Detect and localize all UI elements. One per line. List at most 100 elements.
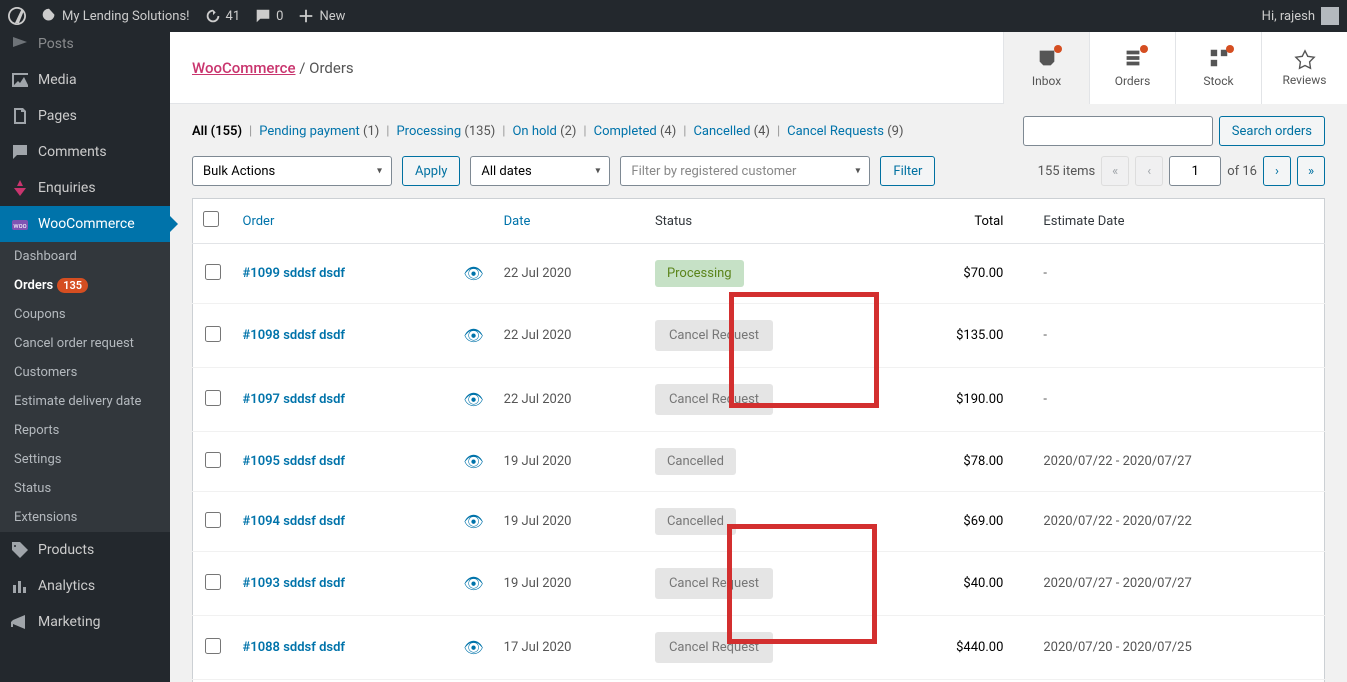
menu-marketing[interactable]: Marketing	[0, 604, 170, 640]
table-row[interactable]: #1094 sddsf dsdf 👁 19 Jul 2020 Cancelled…	[193, 492, 1325, 552]
new-link[interactable]: New	[297, 7, 345, 25]
col-status: Status	[645, 199, 883, 244]
table-row[interactable]: #1097 sddsf dsdf 👁 22 Jul 2020 Cancel Re…	[193, 368, 1325, 432]
order-link[interactable]: #1094 sddsf dsdf	[243, 514, 346, 529]
menu-analytics[interactable]: Analytics	[0, 568, 170, 604]
updates-link[interactable]: 41	[204, 7, 241, 25]
submenu-cancel-order-request[interactable]: Cancel order request	[0, 329, 170, 358]
eye-icon[interactable]: 👁	[463, 512, 483, 531]
submenu-orders[interactable]: Orders 135	[0, 271, 170, 300]
menu-posts[interactable]: Posts	[0, 26, 170, 62]
row-checkbox[interactable]	[205, 452, 221, 468]
menu-comments[interactable]: Comments	[0, 134, 170, 170]
order-estimate: 2020/07/20 - 2020/07/25	[1033, 616, 1324, 680]
eye-icon[interactable]: 👁	[463, 452, 483, 471]
col-order[interactable]: Order	[233, 199, 444, 244]
filter-completed[interactable]: Completed (4)	[594, 124, 677, 139]
order-date: 19 Jul 2020	[494, 492, 645, 552]
filter-cancelled[interactable]: Cancelled (4)	[693, 124, 770, 139]
orders-badge: 135	[57, 278, 88, 293]
menu-products[interactable]: Products	[0, 532, 170, 568]
filter-onhold[interactable]: On hold (2)	[512, 124, 576, 139]
order-estimate: 2020/07/22 - 2020/07/27	[1033, 432, 1324, 492]
page-prev[interactable]: ‹	[1135, 156, 1163, 186]
breadcrumb-root[interactable]: WooCommerce	[192, 59, 296, 77]
select-all-checkbox[interactable]	[203, 211, 219, 227]
submenu-coupons[interactable]: Coupons	[0, 300, 170, 329]
eye-icon[interactable]: 👁	[463, 326, 483, 345]
submenu-customers[interactable]: Customers	[0, 358, 170, 387]
submenu-settings[interactable]: Settings	[0, 445, 170, 474]
table-row[interactable]: #1093 sddsf dsdf 👁 19 Jul 2020 Cancel Re…	[193, 552, 1325, 616]
order-link[interactable]: #1098 sddsf dsdf	[243, 328, 346, 343]
col-date[interactable]: Date	[494, 199, 645, 244]
eye-icon[interactable]: 👁	[463, 264, 483, 283]
bulk-actions-select[interactable]: Bulk Actions	[192, 156, 392, 186]
status-pill: Cancel Request	[655, 384, 773, 415]
eye-icon[interactable]: 👁	[463, 390, 483, 409]
menu-posts-label: Posts	[38, 36, 74, 52]
comments-link[interactable]: 0	[254, 7, 283, 25]
order-total: $78.00	[883, 432, 1033, 492]
filter-all[interactable]: All (155)	[192, 124, 242, 139]
tab-orders[interactable]: Orders	[1089, 32, 1175, 104]
col-total[interactable]: Total	[883, 199, 1033, 244]
menu-enquiries-label: Enquiries	[38, 180, 96, 196]
status-pill: Cancel Request	[655, 632, 773, 663]
table-row[interactable]: #1099 sddsf dsdf 👁 22 Jul 2020 Processin…	[193, 244, 1325, 304]
eye-icon[interactable]: 👁	[463, 574, 483, 593]
breadcrumb-current: Orders	[309, 59, 354, 77]
submenu-estimate-delivery[interactable]: Estimate delivery date	[0, 387, 170, 416]
menu-pages[interactable]: Pages	[0, 98, 170, 134]
submenu-dashboard[interactable]: Dashboard	[0, 242, 170, 271]
apply-button[interactable]: Apply	[402, 156, 460, 186]
order-estimate: -	[1033, 244, 1324, 304]
page-input[interactable]	[1169, 156, 1221, 186]
order-link[interactable]: #1097 sddsf dsdf	[243, 392, 346, 407]
dates-select[interactable]: All dates	[470, 156, 610, 186]
page-next[interactable]: ›	[1263, 156, 1291, 186]
tab-reviews[interactable]: Reviews	[1261, 32, 1347, 104]
order-link[interactable]: #1093 sddsf dsdf	[243, 576, 346, 591]
order-link[interactable]: #1099 sddsf dsdf	[243, 266, 346, 281]
submenu-status[interactable]: Status	[0, 474, 170, 503]
search-orders-button[interactable]: Search orders	[1219, 116, 1325, 146]
row-checkbox[interactable]	[205, 326, 221, 342]
filter-cancel-requests[interactable]: Cancel Requests (9)	[787, 124, 903, 139]
table-row[interactable]: #1095 sddsf dsdf 👁 19 Jul 2020 Cancelled…	[193, 432, 1325, 492]
menu-media[interactable]: Media	[0, 62, 170, 98]
menu-enquiries[interactable]: Enquiries	[0, 170, 170, 206]
page-first[interactable]: «	[1101, 156, 1129, 186]
page-of: of 16	[1227, 164, 1257, 179]
table-row[interactable]: #1098 sddsf dsdf 👁 22 Jul 2020 Cancel Re…	[193, 304, 1325, 368]
row-checkbox[interactable]	[205, 264, 221, 280]
wp-logo[interactable]	[8, 7, 26, 25]
row-checkbox[interactable]	[205, 512, 221, 528]
tab-stock-label: Stock	[1203, 74, 1233, 88]
order-total: $70.00	[883, 244, 1033, 304]
search-input[interactable]	[1023, 116, 1213, 146]
submenu-extensions[interactable]: Extensions	[0, 503, 170, 532]
submenu-reports[interactable]: Reports	[0, 416, 170, 445]
tab-stock[interactable]: Stock	[1175, 32, 1261, 104]
menu-woocommerce[interactable]: woo WooCommerce	[0, 206, 170, 242]
row-checkbox[interactable]	[205, 638, 221, 654]
order-link[interactable]: #1088 sddsf dsdf	[243, 640, 346, 655]
customer-filter-select[interactable]: Filter by registered customer	[620, 156, 870, 186]
filter-pending[interactable]: Pending payment (1)	[259, 124, 379, 139]
activity-panel-header: WooCommerce / Orders Inbox	[170, 32, 1347, 104]
row-checkbox[interactable]	[205, 574, 221, 590]
tab-inbox[interactable]: Inbox	[1003, 32, 1089, 104]
filter-button[interactable]: Filter	[880, 156, 935, 186]
filter-processing[interactable]: Processing (135)	[396, 124, 495, 139]
user-menu[interactable]: Hi, rajesh	[1262, 7, 1339, 25]
order-link[interactable]: #1095 sddsf dsdf	[243, 454, 346, 469]
col-estimate: Estimate Date	[1033, 199, 1324, 244]
eye-icon[interactable]: 👁	[463, 638, 483, 657]
row-checkbox[interactable]	[205, 390, 221, 406]
page-last[interactable]: »	[1297, 156, 1325, 186]
order-date: 17 Jul 2020	[494, 616, 645, 680]
site-link[interactable]: My Lending Solutions!	[40, 7, 190, 25]
table-row[interactable]: #1088 sddsf dsdf 👁 17 Jul 2020 Cancel Re…	[193, 616, 1325, 680]
updates-count: 41	[226, 9, 241, 24]
